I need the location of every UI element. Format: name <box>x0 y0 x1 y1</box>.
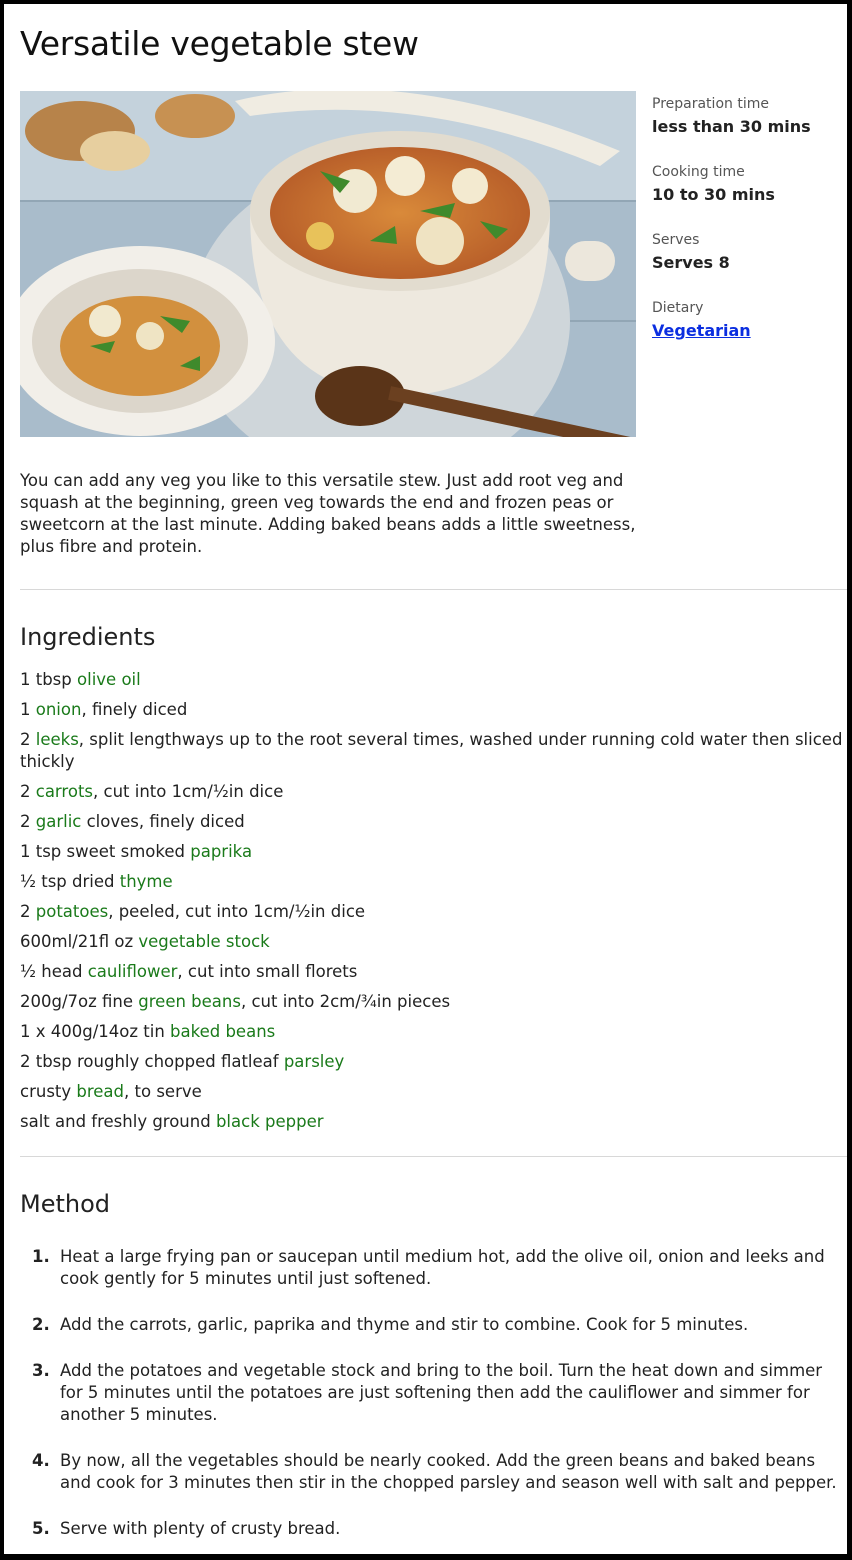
ingredient-item: 2 garlic cloves, finely diced <box>20 811 847 833</box>
ingredient-item: 2 carrots, cut into 1cm/½in dice <box>20 781 847 803</box>
ingredient-link[interactable]: potatoes <box>36 902 108 921</box>
ingredient-link[interactable]: carrots <box>36 782 93 801</box>
divider <box>20 1156 847 1157</box>
ingredient-item: ½ tsp dried thyme <box>20 871 847 893</box>
prep-time-fact: Preparation time less than 30 mins <box>652 94 847 162</box>
ingredient-item: crusty bread, to serve <box>20 1081 847 1103</box>
ingredient-text-before: 1 <box>20 700 36 719</box>
ingredient-text-before: 2 <box>20 812 36 831</box>
vegetable-stew-illustration <box>20 91 636 437</box>
serves-label: Serves <box>652 232 700 248</box>
method-step: 3. Add the potatoes and vegetable stock a… <box>20 1360 847 1426</box>
ingredient-link[interactable]: cauliflower <box>88 962 178 981</box>
dietary-label: Dietary <box>652 300 704 316</box>
ingredient-link[interactable]: parsley <box>284 1052 344 1071</box>
ingredients-heading: Ingredients <box>20 623 156 651</box>
ingredient-text-after: , cut into small florets <box>177 962 358 981</box>
step-text: By now, all the vegetables should be nea… <box>60 1451 837 1492</box>
ingredient-item: 1 x 400g/14oz tin baked beans <box>20 1021 847 1043</box>
ingredient-link[interactable]: black pepper <box>216 1112 324 1131</box>
recipe-photo <box>20 91 636 437</box>
step-number: 1. <box>32 1247 50 1266</box>
step-text: Heat a large frying pan or saucepan unti… <box>60 1247 825 1288</box>
ingredient-text-after: , cut into 2cm/¾in pieces <box>240 992 451 1011</box>
ingredient-text-before: 2 tbsp roughly chopped flatleaf <box>20 1052 284 1071</box>
dietary-vegetarian-link[interactable]: Vegetarian <box>652 321 751 340</box>
method-heading: Method <box>20 1190 111 1218</box>
cook-time-value: 10 to 30 mins <box>652 185 775 204</box>
ingredient-item: ½ head cauliflower, cut into small flore… <box>20 961 847 983</box>
step-number: 4. <box>32 1451 50 1470</box>
cook-time-label: Cooking time <box>652 164 745 180</box>
recipe-facts: Preparation time less than 30 mins Cooki… <box>652 94 847 366</box>
ingredient-item: 600ml/21fl oz vegetable stock <box>20 931 847 953</box>
cook-time-fact: Cooking time 10 to 30 mins <box>652 162 847 230</box>
ingredients-list: 1 tbsp olive oil 1 onion, finely diced 2 l… <box>20 669 847 1141</box>
ingredient-text-before: 2 <box>20 730 36 749</box>
ingredient-text-after: , finely diced <box>81 700 188 719</box>
ingredient-text-before: ½ tsp dried <box>20 872 120 891</box>
ingredient-link[interactable]: garlic <box>36 812 82 831</box>
step-number: 3. <box>32 1361 50 1380</box>
method-step: 5. Serve with plenty of crusty bread. <box>20 1518 847 1540</box>
divider <box>20 589 847 590</box>
ingredient-link[interactable]: baked beans <box>170 1022 275 1041</box>
ingredient-text-before: 1 tsp sweet smoked <box>20 842 191 861</box>
ingredient-text-before: ½ head <box>20 962 88 981</box>
prep-time-label: Preparation time <box>652 96 769 112</box>
ingredient-text-before: salt and freshly ground <box>20 1112 216 1131</box>
ingredient-link[interactable]: olive oil <box>77 670 141 689</box>
ingredient-item: 1 tbsp olive oil <box>20 669 847 691</box>
dietary-fact: Dietary Vegetarian <box>652 298 847 366</box>
step-text: Add the potatoes and vegetable stock and… <box>60 1361 823 1424</box>
ingredient-link[interactable]: green beans <box>138 992 241 1011</box>
ingredient-link[interactable]: bread <box>76 1082 124 1101</box>
ingredient-text-after: , peeled, cut into 1cm/½in dice <box>108 902 366 921</box>
ingredient-item: 1 onion, finely diced <box>20 699 847 721</box>
ingredient-item: 1 tsp sweet smoked paprika <box>20 841 847 863</box>
ingredient-text-before: 1 x 400g/14oz tin <box>20 1022 171 1041</box>
method-step: 2. Add the carrots, garlic, paprika and t… <box>20 1314 847 1336</box>
ingredient-item: 200g/7oz fine green beans, cut into 2cm/… <box>20 991 847 1013</box>
ingredient-text-after: cloves, finely diced <box>81 812 245 831</box>
method-step: 1. Heat a large frying pan or saucepan un… <box>20 1246 847 1290</box>
ingredient-link[interactable]: leeks <box>36 730 79 749</box>
ingredient-text-before: 1 tbsp <box>20 670 78 689</box>
serves-value: Serves 8 <box>652 253 730 272</box>
step-number: 5. <box>32 1519 50 1538</box>
ingredient-link[interactable]: onion <box>36 700 82 719</box>
ingredient-text-before: 200g/7oz fine <box>20 992 139 1011</box>
method-step: 4. By now, all the vegetables should be n… <box>20 1450 847 1494</box>
recipe-description: You can add any veg you like to this ver… <box>20 471 636 556</box>
ingredient-text-before: 2 <box>20 902 36 921</box>
ingredient-text-after: , to serve <box>124 1082 202 1101</box>
method-list: 1. Heat a large frying pan or saucepan un… <box>20 1246 847 1540</box>
step-text: Add the carrots, garlic, paprika and thy… <box>60 1315 749 1334</box>
prep-time-value: less than 30 mins <box>652 117 811 136</box>
step-text: Serve with plenty of crusty bread. <box>60 1519 341 1538</box>
ingredient-text-before: crusty <box>20 1082 77 1101</box>
step-number: 2. <box>32 1315 50 1334</box>
ingredient-item: 2 tbsp roughly chopped flatleaf parsley <box>20 1051 847 1073</box>
ingredient-text-after: , cut into 1cm/½in dice <box>93 782 284 801</box>
browser-frame: Versatile vegetable stew Preparation tim… <box>4 4 847 1554</box>
ingredient-text-after: , split lengthways up to the root severa… <box>20 730 843 771</box>
ingredient-text-before: 600ml/21fl oz <box>20 932 139 951</box>
serves-fact: Serves Serves 8 <box>652 230 847 298</box>
recipe-title: Versatile vegetable stew <box>20 24 419 63</box>
ingredient-item: 2 leeks, split lengthways up to the root… <box>20 729 847 773</box>
ingredient-item: salt and freshly ground black pepper <box>20 1111 847 1133</box>
ingredient-text-before: 2 <box>20 782 36 801</box>
ingredient-item: 2 potatoes, peeled, cut into 1cm/½in dic… <box>20 901 847 923</box>
ingredient-link[interactable]: thyme <box>120 872 173 891</box>
ingredient-link[interactable]: paprika <box>190 842 252 861</box>
ingredient-link[interactable]: vegetable stock <box>138 932 269 951</box>
